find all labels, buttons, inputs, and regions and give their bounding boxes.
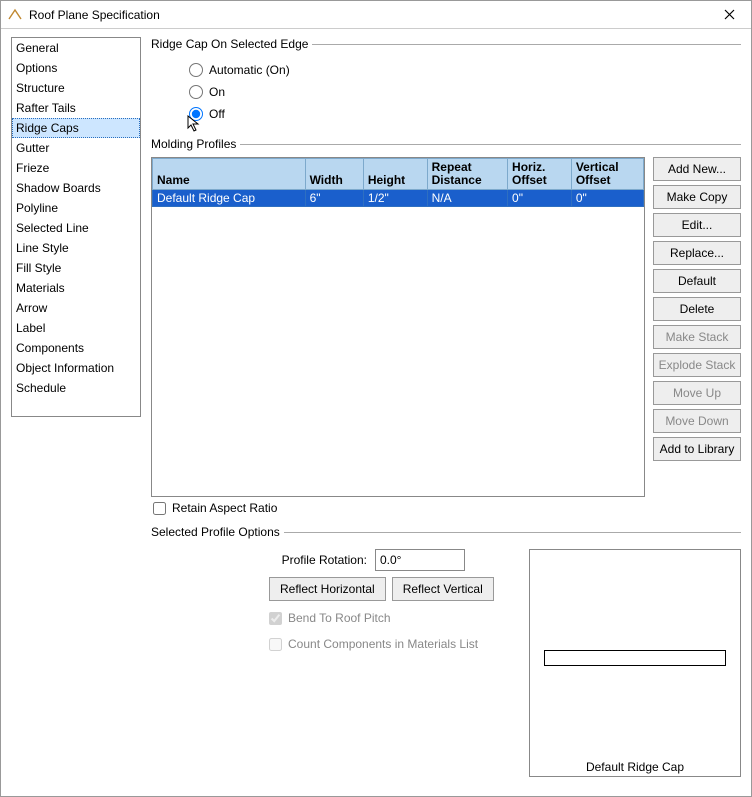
- rotation-input[interactable]: [375, 549, 465, 571]
- ridge-cap-radios: Automatic (On) On Off: [151, 57, 741, 129]
- nav-item-arrow[interactable]: Arrow: [12, 298, 140, 318]
- radio-automatic-on-[interactable]: [189, 63, 203, 77]
- rotation-row: Profile Rotation:: [151, 549, 517, 571]
- spo-body: Profile Rotation: Reflect Horizontal Ref…: [151, 545, 741, 777]
- nav-item-line-style[interactable]: Line Style: [12, 238, 140, 258]
- retain-aspect-label: Retain Aspect Ratio: [172, 501, 277, 515]
- table-header-row: Name Width Height RepeatDistance Horiz.O…: [153, 159, 644, 190]
- cell-width: 6": [305, 190, 363, 207]
- molding-table-wrap[interactable]: Name Width Height RepeatDistance Horiz.O…: [151, 157, 645, 497]
- retain-aspect-checkbox[interactable]: [153, 502, 166, 515]
- bend-row: Bend To Roof Pitch: [151, 607, 517, 627]
- radio-label: On: [209, 85, 225, 99]
- nav-item-structure[interactable]: Structure: [12, 78, 140, 98]
- preview-shape: [544, 650, 726, 666]
- nav-item-schedule[interactable]: Schedule: [12, 378, 140, 398]
- molding-group: Molding Profiles Name Width: [151, 137, 741, 517]
- col-horiz: Horiz.Offset: [508, 159, 572, 190]
- radio-label: Off: [209, 107, 225, 121]
- radio-row-automatic-on-: Automatic (On): [189, 59, 741, 81]
- move-up-button: Move Up: [653, 381, 741, 405]
- titlebar: Roof Plane Specification: [1, 1, 751, 29]
- preview-caption: Default Ridge Cap: [530, 760, 740, 774]
- reflect-horizontal-button[interactable]: Reflect Horizontal: [269, 577, 386, 601]
- spo-legend: Selected Profile Options: [151, 525, 284, 539]
- nav-item-polyline[interactable]: Polyline: [12, 198, 140, 218]
- dialog-window: Roof Plane Specification GeneralOptionsS…: [0, 0, 752, 797]
- col-name: Name: [153, 159, 306, 190]
- app-icon: [7, 7, 23, 23]
- molding-row: Name Width Height RepeatDistance Horiz.O…: [151, 157, 741, 497]
- spo-left: Profile Rotation: Reflect Horizontal Ref…: [151, 549, 517, 653]
- molding-legend: Molding Profiles: [151, 137, 240, 151]
- nav-item-components[interactable]: Components: [12, 338, 140, 358]
- close-icon: [724, 9, 735, 20]
- rotation-label: Profile Rotation:: [151, 553, 367, 567]
- nav-item-shadow-boards[interactable]: Shadow Boards: [12, 178, 140, 198]
- col-width: Width: [305, 159, 363, 190]
- add-to-library-button[interactable]: Add to Library: [653, 437, 741, 461]
- count-row: Count Components in Materials List: [151, 633, 517, 653]
- default-button[interactable]: Default: [653, 269, 741, 293]
- nav-item-gutter[interactable]: Gutter: [12, 138, 140, 158]
- bend-label: Bend To Roof Pitch: [288, 611, 391, 625]
- table-row[interactable]: Default Ridge Cap6"1/2"N/A0"0": [153, 190, 644, 207]
- make-stack-button: Make Stack: [653, 325, 741, 349]
- close-button[interactable]: [713, 3, 745, 27]
- replace-button[interactable]: Replace...: [653, 241, 741, 265]
- edit-button[interactable]: Edit...: [653, 213, 741, 237]
- selected-profile-options-group: Selected Profile Options Profile Rotatio…: [151, 525, 741, 777]
- radio-row-off: Off: [189, 103, 741, 125]
- move-down-button: Move Down: [653, 409, 741, 433]
- ridge-cap-legend: Ridge Cap On Selected Edge: [151, 37, 312, 51]
- cell-name: Default Ridge Cap: [153, 190, 306, 207]
- cell-height: 1/2": [363, 190, 427, 207]
- nav-item-fill-style[interactable]: Fill Style: [12, 258, 140, 278]
- radio-row-on: On: [189, 81, 741, 103]
- make-copy-button[interactable]: Make Copy: [653, 185, 741, 209]
- col-repeat: RepeatDistance: [427, 159, 507, 190]
- count-label: Count Components in Materials List: [288, 637, 478, 651]
- cell-repeat: N/A: [427, 190, 507, 207]
- explode-stack-button: Explode Stack: [653, 353, 741, 377]
- retain-aspect-row: Retain Aspect Ratio: [151, 497, 741, 517]
- profile-preview: Default Ridge Cap: [529, 549, 741, 777]
- nav-item-ridge-caps[interactable]: Ridge Caps: [12, 118, 140, 138]
- molding-button-column: Add New... Make Copy Edit... Replace... …: [653, 157, 741, 461]
- nav-item-options[interactable]: Options: [12, 58, 140, 78]
- col-height: Height: [363, 159, 427, 190]
- dialog-body: GeneralOptionsStructureRafter TailsRidge…: [1, 29, 751, 796]
- nav-item-object-information[interactable]: Object Information: [12, 358, 140, 378]
- ridge-cap-group: Ridge Cap On Selected Edge Automatic (On…: [151, 37, 741, 129]
- reflect-vertical-button[interactable]: Reflect Vertical: [392, 577, 494, 601]
- radio-on[interactable]: [189, 85, 203, 99]
- molding-table: Name Width Height RepeatDistance Horiz.O…: [152, 158, 644, 207]
- radio-off[interactable]: [189, 107, 203, 121]
- category-nav[interactable]: GeneralOptionsStructureRafter TailsRidge…: [11, 37, 141, 417]
- nav-item-general[interactable]: General: [12, 38, 140, 58]
- nav-item-label[interactable]: Label: [12, 318, 140, 338]
- nav-item-selected-line[interactable]: Selected Line: [12, 218, 140, 238]
- count-checkbox: [269, 638, 282, 651]
- window-title: Roof Plane Specification: [29, 8, 713, 22]
- main-panel: Ridge Cap On Selected Edge Automatic (On…: [151, 37, 741, 786]
- reflect-buttons: Reflect Horizontal Reflect Vertical: [151, 577, 517, 601]
- nav-item-frieze[interactable]: Frieze: [12, 158, 140, 178]
- radio-label: Automatic (On): [209, 63, 290, 77]
- col-vert: VerticalOffset: [571, 159, 643, 190]
- cell-vert: 0": [571, 190, 643, 207]
- delete-button[interactable]: Delete: [653, 297, 741, 321]
- bend-checkbox: [269, 612, 282, 625]
- nav-item-rafter-tails[interactable]: Rafter Tails: [12, 98, 140, 118]
- cell-horiz: 0": [508, 190, 572, 207]
- add-new-button[interactable]: Add New...: [653, 157, 741, 181]
- nav-item-materials[interactable]: Materials: [12, 278, 140, 298]
